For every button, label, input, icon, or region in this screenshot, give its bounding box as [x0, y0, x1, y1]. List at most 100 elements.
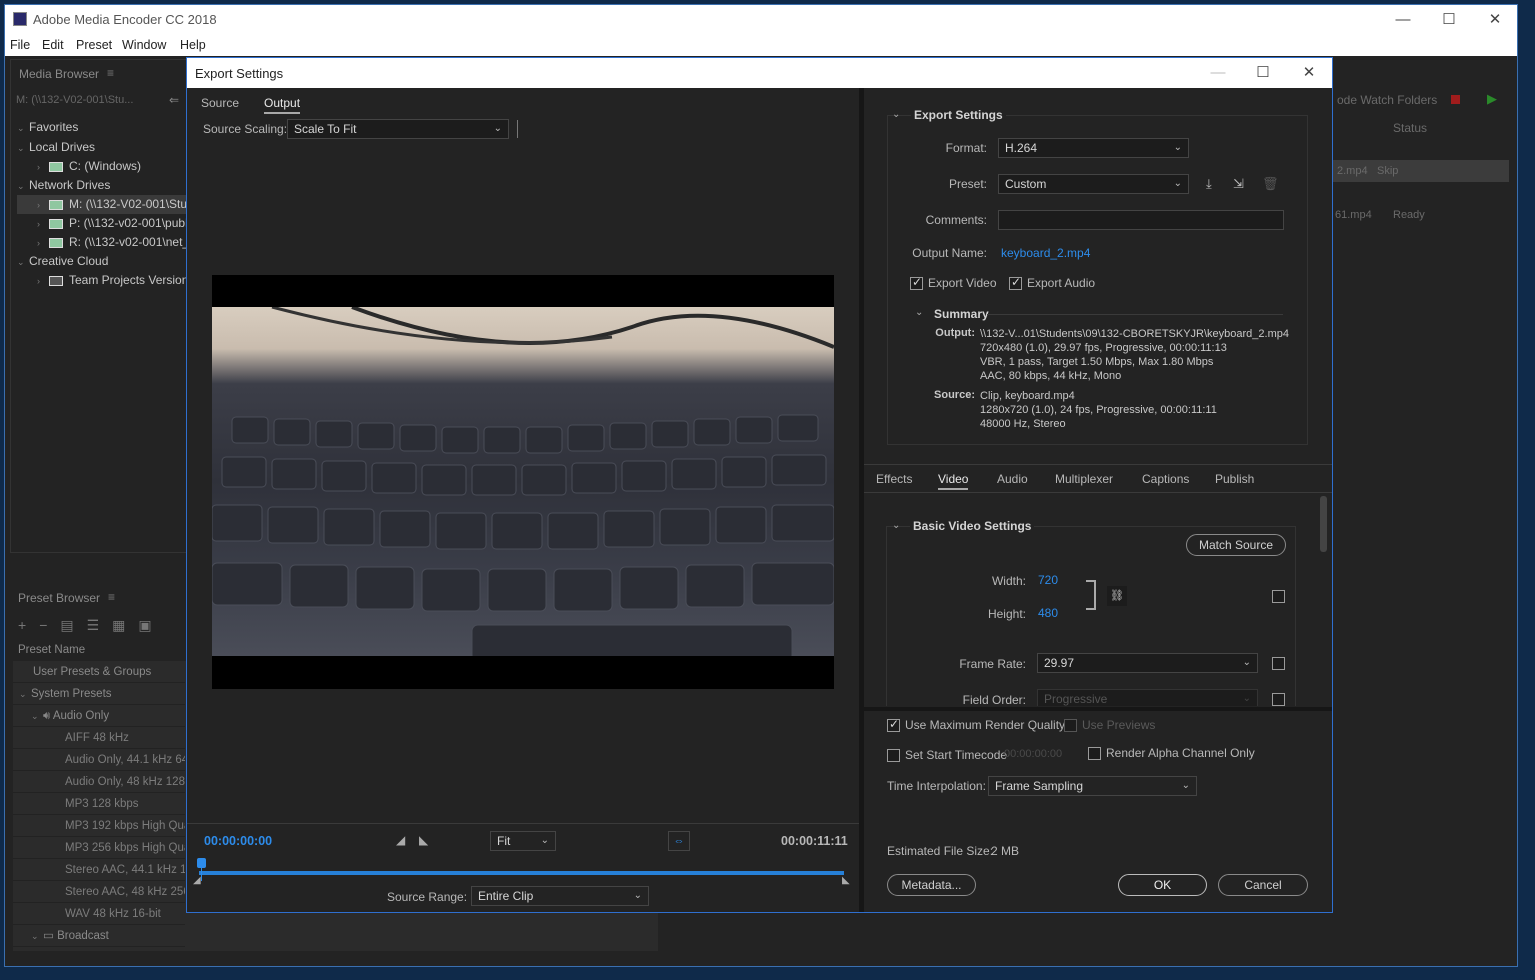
format-dropdown[interactable]: H.264 ⌄ — [998, 138, 1189, 158]
comments-input[interactable] — [998, 210, 1284, 230]
tab-video[interactable]: Video — [938, 472, 968, 486]
preset-group-user[interactable]: User Presets & Groups — [13, 661, 185, 683]
preset-name-column[interactable]: Preset Name — [18, 644, 85, 656]
queue-row[interactable]: 61.mp4 Ready — [1333, 204, 1509, 226]
preset-item[interactable]: Stereo AAC, 48 kHz 256 — [13, 881, 185, 903]
preset-group-broadcast[interactable]: ⌄ ▭ Broadcast — [13, 925, 185, 947]
export-audio-checkbox[interactable] — [1009, 275, 1022, 290]
tree-network-drives[interactable]: ⌄ Network Drives — [17, 176, 110, 195]
tab-multiplexer[interactable]: Multiplexer — [1055, 472, 1113, 486]
in-point-marker[interactable]: ◢ — [193, 875, 201, 886]
time-interpolation-dropdown[interactable]: Frame Sampling ⌄ — [988, 776, 1197, 796]
close-icon[interactable]: ✕ — [1475, 9, 1515, 31]
tab-output[interactable]: Output — [264, 96, 300, 110]
settings-icon[interactable]: ☰ — [87, 617, 113, 633]
export-icon[interactable]: ▣ — [138, 617, 164, 633]
tab-audio[interactable]: Audio — [997, 472, 1028, 486]
chevron-down-icon: ⌄ — [633, 890, 642, 901]
preset-item[interactable]: MP3 128 kbps — [13, 793, 185, 815]
frame-rate-dropdown[interactable]: 29.97 ⌄ — [1037, 653, 1258, 673]
start-queue-icon[interactable]: ▶ — [1487, 91, 1497, 107]
group-icon[interactable]: ▤ — [60, 617, 86, 633]
delete-preset-icon[interactable]: 🗑︎ — [1262, 176, 1279, 192]
collapse-chevron-icon[interactable]: ⌄ — [892, 109, 900, 120]
maximize-icon[interactable]: ☐ — [1429, 9, 1469, 31]
tab-captions[interactable]: Captions — [1142, 472, 1189, 486]
dialog-close-icon[interactable]: ✕ — [1289, 62, 1329, 84]
panel-menu-icon[interactable]: ≡ — [108, 590, 115, 604]
ok-button[interactable]: OK — [1118, 874, 1207, 896]
output-name-link[interactable]: keyboard_2.mp4 — [1001, 246, 1090, 260]
source-scaling-dropdown[interactable]: Scale To Fit ⌄ — [287, 119, 509, 139]
tree-drive-p[interactable]: › P: (\\132-v02-001\publ — [17, 214, 188, 233]
source-range-dropdown[interactable]: Entire Clip ⌄ — [471, 886, 649, 906]
stop-queue-icon[interactable] — [1451, 95, 1460, 104]
height-value[interactable]: 480 — [1038, 606, 1058, 620]
dialog-maximize-icon[interactable]: ☐ — [1243, 62, 1283, 84]
preset-item[interactable]: MP3 192 kbps High Qual — [13, 815, 185, 837]
preset-item[interactable]: AIFF 48 kHz — [13, 727, 185, 749]
collapse-chevron-icon[interactable]: ⌄ — [892, 520, 900, 531]
preset-dropdown[interactable]: Custom ⌄ — [998, 174, 1189, 194]
render-alpha-checkbox[interactable] — [1088, 747, 1101, 760]
preset-item[interactable]: Audio Only, 44.1 kHz 64 k — [13, 749, 185, 771]
field-order-override-checkbox[interactable] — [1272, 693, 1285, 706]
tree-local-drives[interactable]: ⌄ Local Drives — [17, 138, 95, 157]
menu-preset[interactable]: Preset — [76, 38, 112, 52]
width-value[interactable]: 720 — [1038, 573, 1058, 587]
path-dropdown[interactable]: M: (\\132-V02-001\Stu... — [12, 91, 152, 109]
minimize-icon[interactable]: — — [1383, 9, 1423, 31]
field-order-dropdown[interactable]: Progressive ⌄ — [1037, 689, 1258, 706]
tree-favorites[interactable]: ⌄ Favorites — [17, 118, 78, 137]
tab-publish[interactable]: Publish — [1215, 472, 1254, 486]
export-video-checkbox[interactable] — [910, 275, 923, 290]
use-previews-checkbox[interactable] — [1064, 719, 1077, 732]
set-in-point-icon[interactable]: ◢ — [396, 833, 405, 847]
timeline-bar[interactable] — [199, 871, 844, 875]
tree-creative-cloud[interactable]: ⌄ Creative Cloud — [17, 252, 108, 271]
menu-edit[interactable]: Edit — [42, 38, 64, 52]
tree-drive-m[interactable]: › M: (\\132-V02-001\Stu — [17, 195, 191, 214]
width-height-override-checkbox[interactable] — [1272, 590, 1285, 603]
preset-item[interactable]: MP3 256 kbps High Qual — [13, 837, 185, 859]
menu-window[interactable]: Window — [122, 38, 166, 52]
frame-rate-override-checkbox[interactable] — [1272, 657, 1285, 670]
current-timecode[interactable]: 00:00:00:00 — [204, 834, 272, 848]
set-start-timecode-checkbox[interactable] — [887, 749, 900, 762]
queue-row[interactable]: 2.mp4 Skip — [1333, 160, 1509, 182]
menu-help[interactable]: Help — [180, 38, 206, 52]
start-timecode-value[interactable]: 00:00:00:00 — [1004, 748, 1062, 760]
save-preset-icon[interactable]: ⤓ — [1206, 176, 1212, 192]
tab-effects[interactable]: Effects — [876, 472, 912, 486]
link-chain-icon[interactable]: ⛓︎ — [1107, 586, 1127, 606]
max-render-quality-checkbox[interactable] — [887, 717, 900, 732]
preset-item[interactable]: Audio Only, 48 kHz 128 k — [13, 771, 185, 793]
out-point-marker[interactable]: ◣ — [842, 875, 850, 886]
tree-drive-c[interactable]: › C: (Windows) — [17, 157, 141, 176]
preset-group-audio-only[interactable]: ⌄ 🔊︎ Audio Only — [13, 705, 185, 727]
remove-preset-icon[interactable]: − — [39, 617, 60, 633]
preset-item[interactable]: WAV 48 kHz 16-bit — [13, 903, 185, 925]
add-preset-icon[interactable]: + — [18, 617, 39, 633]
panel-menu-icon[interactable]: ≡ — [107, 66, 114, 80]
import-icon[interactable]: ▦ — [112, 617, 138, 633]
status-header[interactable]: Status — [1393, 121, 1427, 135]
zoom-dropdown[interactable]: Fit ⌄ — [490, 831, 556, 851]
scrollbar-thumb[interactable] — [1320, 496, 1327, 552]
aspect-ratio-correction-icon[interactable]: ⇔ — [668, 831, 690, 851]
panel-splitter[interactable] — [864, 707, 1332, 711]
metadata-button[interactable]: Metadata... — [887, 874, 976, 896]
set-out-point-icon[interactable]: ◣ — [419, 833, 428, 847]
tree-team-projects[interactable]: › Team Projects Version — [17, 271, 188, 290]
cancel-button[interactable]: Cancel — [1218, 874, 1308, 896]
preset-item[interactable]: Stereo AAC, 44.1 kHz 128 — [13, 859, 185, 881]
dialog-minimize-icon[interactable]: — — [1198, 62, 1238, 84]
preset-group-system[interactable]: ⌄ System Presets — [13, 683, 185, 705]
menu-file[interactable]: File — [10, 38, 30, 52]
tree-drive-r[interactable]: › R: (\\132-v02-001\net_ — [17, 233, 189, 252]
import-preset-icon[interactable]: ⇲ — [1233, 176, 1244, 192]
match-source-button[interactable]: Match Source — [1186, 534, 1286, 556]
collapse-chevron-icon[interactable]: ⌄ — [915, 307, 923, 318]
back-arrow-icon[interactable]: ⇐ — [169, 93, 179, 107]
tab-source[interactable]: Source — [201, 96, 239, 110]
